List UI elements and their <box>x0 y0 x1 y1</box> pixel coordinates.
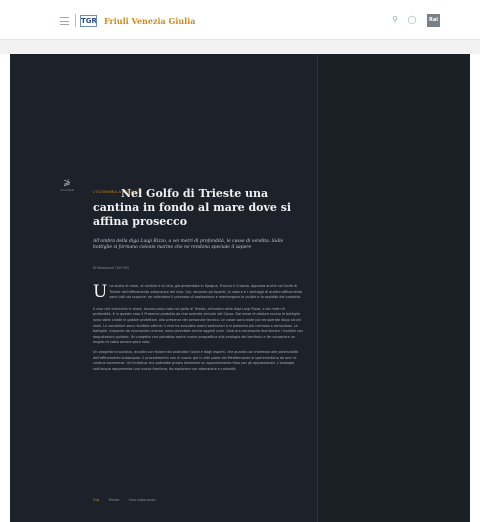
share-button[interactable]: ⪂ Condividi <box>60 178 74 196</box>
rai-logo[interactable]: Rai <box>427 14 440 27</box>
drop-cap: U <box>93 284 108 302</box>
tag-link[interactable]: Trieste <box>108 498 119 502</box>
article-subtitle: All'ombra della diga Luigi Rizzo, a sei … <box>93 239 284 251</box>
region-title[interactable]: Friuli Venezia Giulia <box>104 15 195 27</box>
paragraph-text: na storia di mare, di cantine e di vino,… <box>109 284 303 300</box>
article-title: Nel Golfo di Trieste una cantina in fond… <box>93 187 292 228</box>
article-tags: Fvg Trieste Vino subacqueo <box>93 497 163 503</box>
menu-icon[interactable] <box>60 17 69 25</box>
tag-link[interactable]: Vino subacqueo <box>128 498 155 502</box>
article-body: U na storia di mare, di cantine e di vin… <box>93 284 303 494</box>
tag-link[interactable]: Fvg <box>93 498 99 502</box>
article-author: Di Redazione TGR FVG <box>93 266 129 270</box>
search-icon[interactable]: ⚲ <box>390 15 400 25</box>
article-paragraph: Un progetto innovativo, accolto con favo… <box>93 349 299 371</box>
top-navigation-bar: TGR Friuli Venezia Giulia ⚲ ◯ Rai <box>0 0 480 40</box>
article-paragraph: U na storia di mare, di cantine e di vin… <box>93 284 303 301</box>
tgr-logo[interactable]: TGR <box>80 15 97 27</box>
header-spacer <box>0 40 480 54</box>
share-icon: ⪂ <box>63 178 71 188</box>
user-icon[interactable]: ◯ <box>407 15 417 25</box>
divider <box>75 14 76 27</box>
share-label: Condividi <box>60 188 74 192</box>
article-paragraph: Il vino che invecchia in mare, ancora po… <box>93 306 303 345</box>
